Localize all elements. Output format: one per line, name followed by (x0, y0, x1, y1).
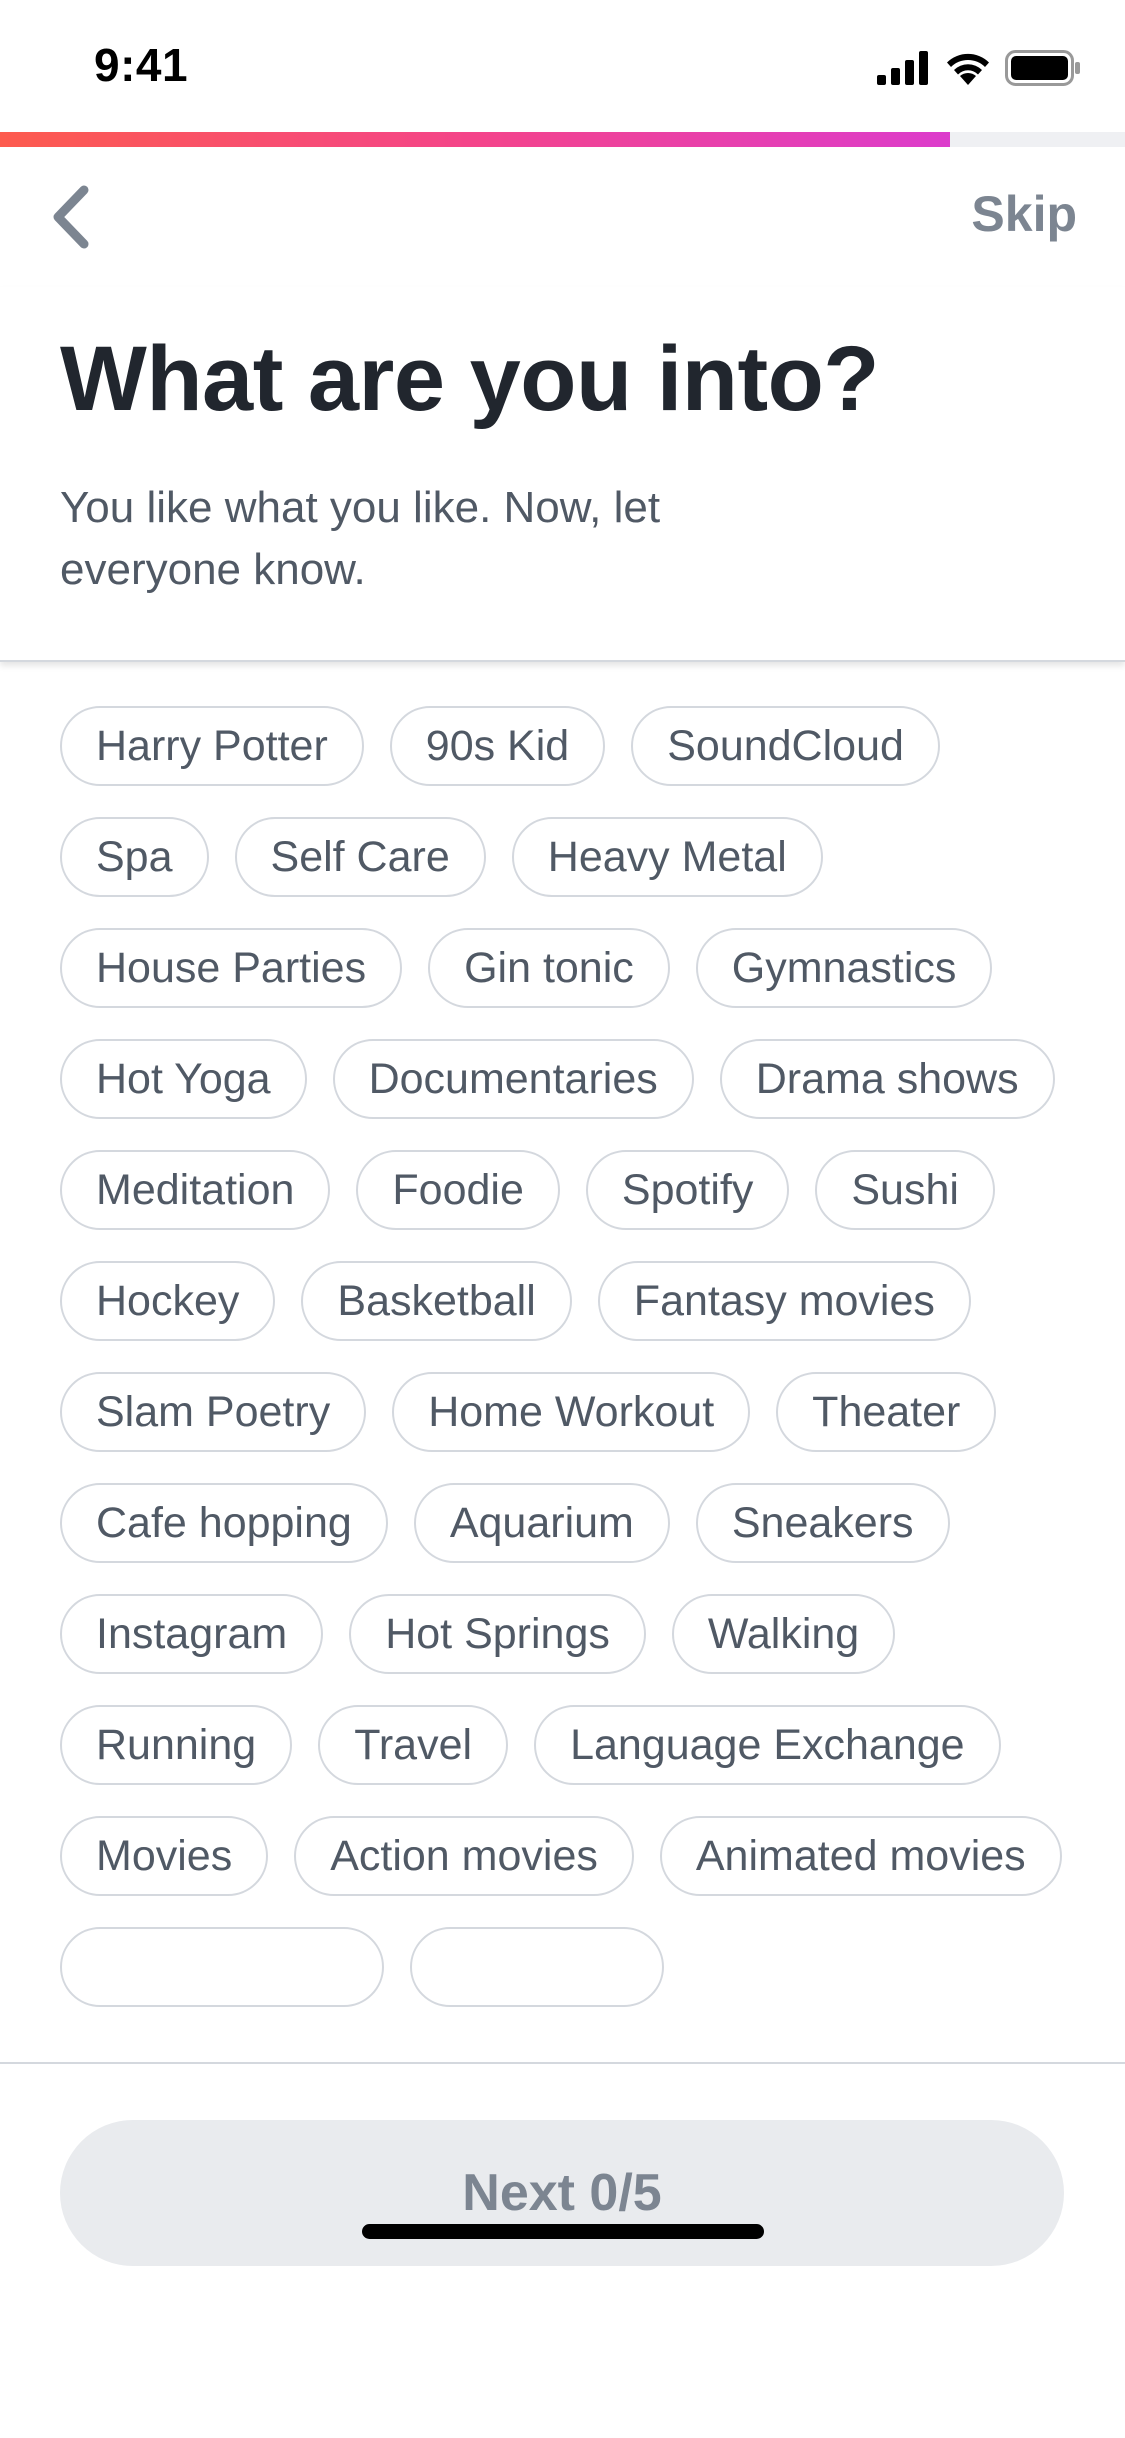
interest-chip[interactable]: Movies (60, 1816, 269, 1896)
interest-chip-partial[interactable] (60, 1927, 384, 2007)
interest-chip[interactable]: Heavy Metal (511, 817, 823, 897)
status-time: 9:41 (94, 39, 189, 91)
page-title: What are you into? (60, 328, 880, 430)
chevron-left-icon (53, 185, 89, 249)
interest-chip[interactable]: SoundCloud (631, 706, 940, 786)
interest-chip[interactable]: Hot Yoga (60, 1039, 307, 1119)
interest-chip[interactable]: Hot Springs (349, 1594, 646, 1674)
interest-chip[interactable]: Slam Poetry (60, 1372, 367, 1452)
interest-chip[interactable]: Self Care (234, 817, 486, 897)
interest-chip[interactable]: House Parties (60, 928, 403, 1008)
interest-chip[interactable]: Sushi (815, 1150, 995, 1230)
footer: Next 0/5 (0, 2062, 1125, 2438)
progress-fill (0, 132, 950, 147)
interest-chip[interactable]: Aquarium (413, 1483, 670, 1563)
interest-chip[interactable]: Spa (60, 817, 209, 897)
interest-chip[interactable]: Meditation (60, 1150, 331, 1230)
interest-chip[interactable]: Walking (671, 1594, 896, 1674)
interest-chip[interactable]: Sneakers (695, 1483, 950, 1563)
battery-icon (1005, 50, 1080, 86)
interest-chip[interactable]: Gymnastics (695, 928, 993, 1008)
interest-chip[interactable]: Animated movies (659, 1816, 1062, 1896)
interests-scroll-area[interactable]: Harry Potter 90s Kid SoundCloud Spa Self… (0, 662, 1125, 2062)
back-button[interactable] (40, 177, 100, 257)
interest-chip[interactable]: Harry Potter (60, 706, 364, 786)
interest-chip[interactable]: Instagram (60, 1594, 324, 1674)
interest-chip[interactable]: Action movies (294, 1816, 634, 1896)
onboarding-progress-bar (0, 132, 1125, 147)
wifi-icon (947, 53, 989, 85)
next-button[interactable]: Next 0/5 (60, 2120, 1064, 2266)
interest-chip[interactable]: Fantasy movies (597, 1261, 971, 1341)
page-subtitle: You like what you like. Now, let everyon… (60, 483, 661, 594)
interest-chip[interactable]: Basketball (301, 1261, 572, 1341)
interest-chip[interactable]: Documentaries (332, 1039, 694, 1119)
status-icons (877, 48, 1081, 88)
interest-chip[interactable]: Gin tonic (428, 928, 670, 1008)
interest-chip[interactable]: Drama shows (719, 1039, 1055, 1119)
skip-button[interactable]: Skip (971, 185, 1077, 243)
interests-list: Harry Potter 90s Kid SoundCloud Spa Self… (60, 706, 1070, 2007)
interest-chip[interactable]: Language Exchange (534, 1705, 1001, 1785)
interest-chip[interactable]: Travel (318, 1705, 509, 1785)
interest-chip[interactable]: Theater (776, 1372, 997, 1452)
interest-chip-partial[interactable] (410, 1927, 664, 2007)
nav-bar: Skip (0, 147, 1125, 287)
interest-chip[interactable]: Running (60, 1705, 293, 1785)
cellular-signal-icon (877, 51, 928, 85)
interest-chip[interactable]: Spotify (585, 1150, 790, 1230)
home-indicator (362, 2224, 764, 2239)
interest-chip[interactable]: Cafe hopping (60, 1483, 388, 1563)
interest-chip[interactable]: Foodie (356, 1150, 560, 1230)
interest-chip[interactable]: Home Workout (392, 1372, 751, 1452)
status-bar: 9:41 (0, 0, 1125, 132)
page-header: What are you into? You like what you lik… (0, 287, 1125, 662)
interest-chip[interactable]: Hockey (60, 1261, 276, 1341)
interest-chip[interactable]: 90s Kid (389, 706, 606, 786)
